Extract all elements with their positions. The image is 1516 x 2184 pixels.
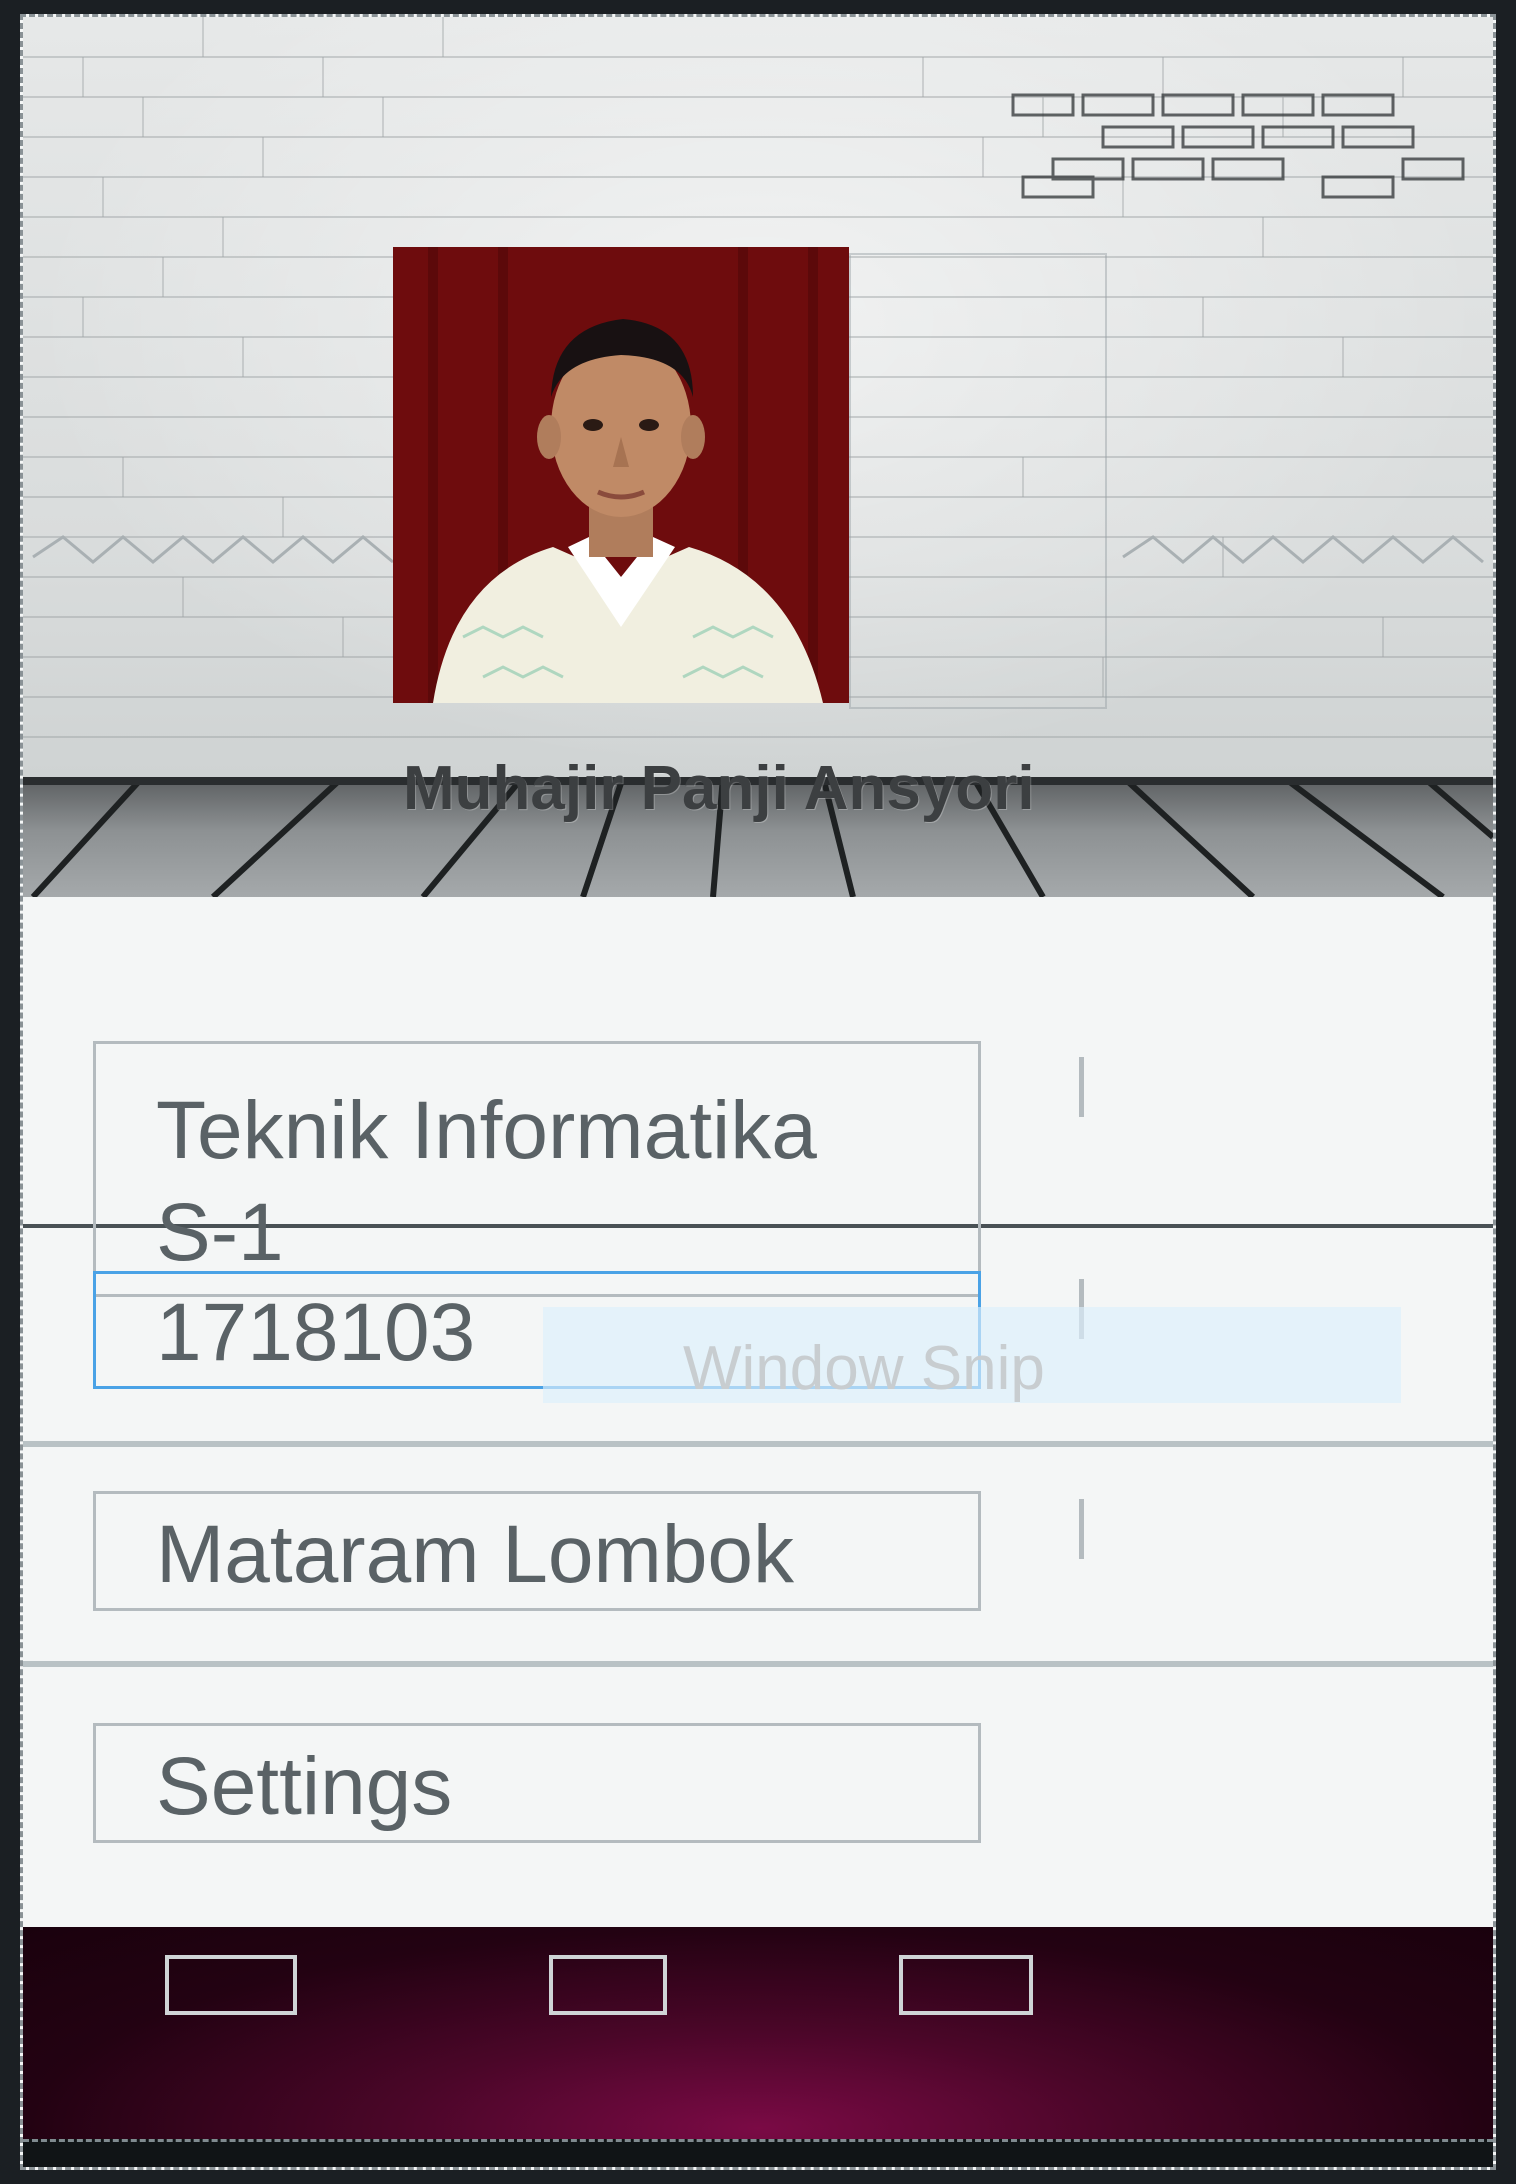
- bottom-strip: [23, 2139, 1493, 2167]
- address-field[interactable]: Mataram Lombok: [93, 1491, 981, 1611]
- study-program-field[interactable]: Teknik Informatika S-1: [93, 1041, 981, 1297]
- profile-name: Muhajir Panji Ansyori: [403, 754, 1035, 823]
- profile-photo[interactable]: [393, 247, 849, 703]
- home-button-icon[interactable]: [549, 1955, 667, 2015]
- settings-button[interactable]: Settings: [93, 1723, 981, 1843]
- layout-guide-box: [849, 253, 1107, 709]
- profile-header: Muhajir Panji Ansyori: [23, 17, 1493, 897]
- bottom-navigation-bar: [23, 1927, 1493, 2139]
- study-program-line1: Teknik Informatika: [156, 1085, 817, 1176]
- row-divider: [23, 1661, 1493, 1667]
- recents-button-icon[interactable]: [899, 1955, 1033, 2015]
- app-window: Muhajir Panji Ansyori Teknik Informatika…: [20, 14, 1496, 2170]
- settings-label: Settings: [156, 1741, 453, 1832]
- window-snip-label: Window Snip: [683, 1334, 1045, 1403]
- back-button-icon[interactable]: [165, 1955, 297, 2015]
- cursor-tick: [1079, 1499, 1084, 1559]
- row-divider: [23, 1441, 1493, 1447]
- address-value: Mataram Lombok: [156, 1509, 795, 1600]
- cursor-tick: [1079, 1057, 1084, 1117]
- study-program-line2: S-1: [156, 1187, 284, 1278]
